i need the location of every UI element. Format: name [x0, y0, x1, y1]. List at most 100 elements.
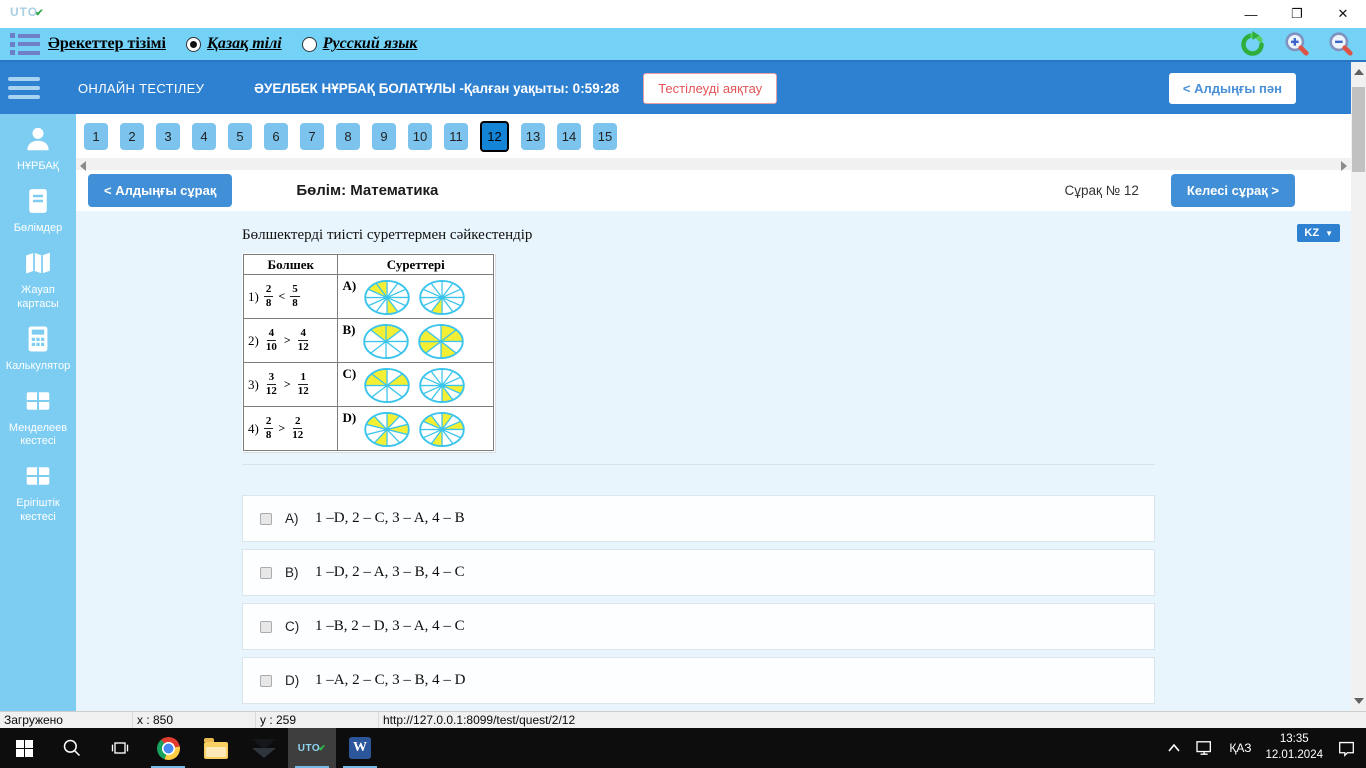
word-icon: W: [349, 737, 371, 759]
taskbar-explorer-button[interactable]: [192, 728, 240, 768]
answer-checkbox-b[interactable]: [260, 566, 272, 579]
sidebar-item-solubility-table[interactable]: Ерігіштік кестесі: [0, 461, 76, 523]
taskbar-chrome-button[interactable]: [144, 728, 192, 768]
notification-icon[interactable]: [1337, 740, 1356, 757]
app-header: ОНЛАЙН ТЕСТІЛЕУ ӘУЕЛБЕК НҰРБАҚ БОЛАТҰЛЫ …: [0, 62, 1351, 114]
taskbar: UTO✔ W ҚАЗ 13:35 12.01.2024: [0, 728, 1366, 768]
task-view-icon: [111, 742, 129, 754]
answer-checkbox-d[interactable]: [260, 674, 272, 687]
pie-chart: [418, 279, 466, 316]
question-number-9[interactable]: 9: [372, 122, 396, 150]
question-language-dropdown[interactable]: KZ ▼: [1297, 224, 1340, 242]
app-window: UTO✔ — ❐ ✕ Әрекеттер тізімі Қазақ тілі Р…: [0, 0, 1366, 768]
sidebar-item-sections[interactable]: Бөлімдер: [0, 186, 76, 235]
user-icon: [27, 127, 49, 151]
app-logo: UTO✔: [10, 5, 45, 19]
answer-option-d[interactable]: D) 1 –A, 2 – C, 3 – B, 4 – D: [242, 657, 1155, 704]
answer-option-b[interactable]: B) 1 –D, 2 – A, 3 – B, 4 – C: [242, 549, 1155, 596]
question-number-2[interactable]: 2: [120, 122, 144, 150]
actions-list-link[interactable]: Әрекеттер тізімі: [48, 35, 166, 53]
sidebar-item-mendeleev-table[interactable]: Менделеев кестесі: [0, 386, 76, 448]
hamburger-menu-icon[interactable]: [8, 77, 40, 99]
question-number-15[interactable]: 15: [593, 122, 617, 150]
task-view-button[interactable]: [96, 728, 144, 768]
close-button[interactable]: ✕: [1320, 0, 1366, 28]
previous-question-button[interactable]: < Алдыңғы сұрақ: [88, 174, 233, 208]
table-icon: [26, 467, 50, 486]
answer-checkbox-a[interactable]: [260, 512, 272, 525]
app-title: ОНЛАЙН ТЕСТІЛЕУ: [78, 80, 205, 96]
next-question-button[interactable]: Келесі сұрақ >: [1170, 174, 1295, 208]
question-number-8[interactable]: 8: [336, 122, 360, 150]
scroll-down-arrow[interactable]: [1354, 698, 1364, 704]
previous-subject-button[interactable]: < Алдыңғы пән: [1168, 72, 1296, 104]
horizontal-scrollbar[interactable]: [76, 158, 1351, 172]
refresh-icon[interactable]: [1239, 30, 1266, 58]
kazakh-language-radio[interactable]: [185, 36, 201, 52]
question-number-bar: 1 2 3 4 5 6 7 8 9 10 11 12 13 14 15: [76, 114, 1351, 158]
pie-chart: [418, 367, 466, 404]
zoom-out-icon[interactable]: [1328, 31, 1354, 57]
table-icon: [26, 392, 50, 410]
taskbar-uto-button-active[interactable]: UTO✔: [288, 728, 336, 768]
logo-check-icon: ✔: [35, 8, 45, 19]
start-button[interactable]: [0, 728, 48, 768]
minimize-button[interactable]: —: [1228, 0, 1274, 28]
window-titlebar: UTO✔ — ❐ ✕: [0, 0, 1366, 28]
table-header-fraction: Болшек: [242, 254, 339, 275]
question-number-10[interactable]: 10: [408, 122, 432, 150]
network-icon[interactable]: [1195, 740, 1215, 756]
russian-language-radio[interactable]: [301, 36, 317, 52]
chrome-icon: [156, 736, 180, 760]
scrollbar-thumb[interactable]: [1352, 87, 1365, 172]
question-number-1[interactable]: 1: [84, 122, 108, 150]
sidebar-item-answer-card[interactable]: Жауап картасы: [0, 248, 76, 310]
taskbar-app-button[interactable]: [240, 728, 288, 768]
user-and-timer: ӘУЕЛБЕК НҰРБАҚ БОЛАТҰЛЫ -Қалған уақыты: …: [254, 80, 620, 96]
maximize-button[interactable]: ❐: [1274, 0, 1320, 28]
divider: [242, 464, 1155, 465]
taskbar-search-button[interactable]: [48, 728, 96, 768]
question-number-4[interactable]: 4: [192, 122, 216, 150]
pie-chart: [363, 367, 411, 404]
question-number-6[interactable]: 6: [264, 122, 288, 150]
dark-app-icon: [252, 748, 276, 758]
scroll-left-arrow[interactable]: [80, 161, 86, 172]
vertical-scrollbar[interactable]: [1351, 62, 1366, 711]
answer-option-a[interactable]: A) 1 –D, 2 – C, 3 – A, 4 – B: [242, 495, 1155, 542]
section-label: Бөлім: Математика: [296, 182, 439, 200]
question-number-12-active[interactable]: 12: [480, 120, 509, 152]
russian-language-label[interactable]: Русский язык: [323, 35, 418, 53]
taskbar-word-button[interactable]: W: [336, 728, 384, 768]
sidebar-item-user[interactable]: НҰРБАҚ: [0, 124, 76, 173]
finish-test-button[interactable]: Тестілеуді аяқтау: [643, 72, 778, 104]
answer-options: A) 1 –D, 2 – C, 3 – A, 4 – B B) 1 –D, 2 …: [242, 495, 1155, 704]
actions-list-icon[interactable]: [10, 33, 40, 55]
pie-chart: [417, 323, 465, 360]
scroll-up-arrow[interactable]: [1354, 69, 1364, 75]
question-number-14[interactable]: 14: [557, 122, 581, 150]
sidebar-item-calculator[interactable]: Калькулятор: [0, 324, 76, 373]
pie-chart: [363, 279, 411, 316]
question-number-7[interactable]: 7: [300, 122, 324, 150]
zoom-in-icon[interactable]: [1284, 31, 1310, 57]
taskbar-clock[interactable]: 13:35 12.01.2024: [1265, 732, 1323, 763]
language-indicator[interactable]: ҚАЗ: [1229, 741, 1251, 755]
question-number-label: Сұрақ № 12: [1064, 183, 1139, 199]
windows-icon: [15, 739, 33, 757]
answer-option-c[interactable]: C) 1 –B, 2 – D, 3 – A, 4 – C: [242, 603, 1155, 650]
question-number-11[interactable]: 11: [444, 122, 468, 150]
question-number-5[interactable]: 5: [228, 122, 252, 150]
table-row: 2) 4 10 > 4 12 B): [242, 318, 494, 363]
answer-checkbox-c[interactable]: [260, 620, 272, 633]
pie-chart: [363, 411, 411, 448]
question-number-3[interactable]: 3: [156, 122, 180, 150]
status-bar: Загружено x : 850 y : 259 http://127.0.0…: [0, 711, 1366, 728]
show-hidden-icons-chevron[interactable]: [1167, 743, 1181, 753]
table-row: 1) 28 < 58 A): [242, 274, 494, 319]
question-number-13[interactable]: 13: [521, 122, 545, 150]
main-area: 1 2 3 4 5 6 7 8 9 10 11 12 13 14 15 < Ал…: [76, 114, 1351, 711]
scroll-right-arrow[interactable]: [1341, 161, 1347, 172]
kazakh-language-label[interactable]: Қазақ тілі: [207, 35, 282, 53]
calculator-icon: [28, 326, 48, 352]
